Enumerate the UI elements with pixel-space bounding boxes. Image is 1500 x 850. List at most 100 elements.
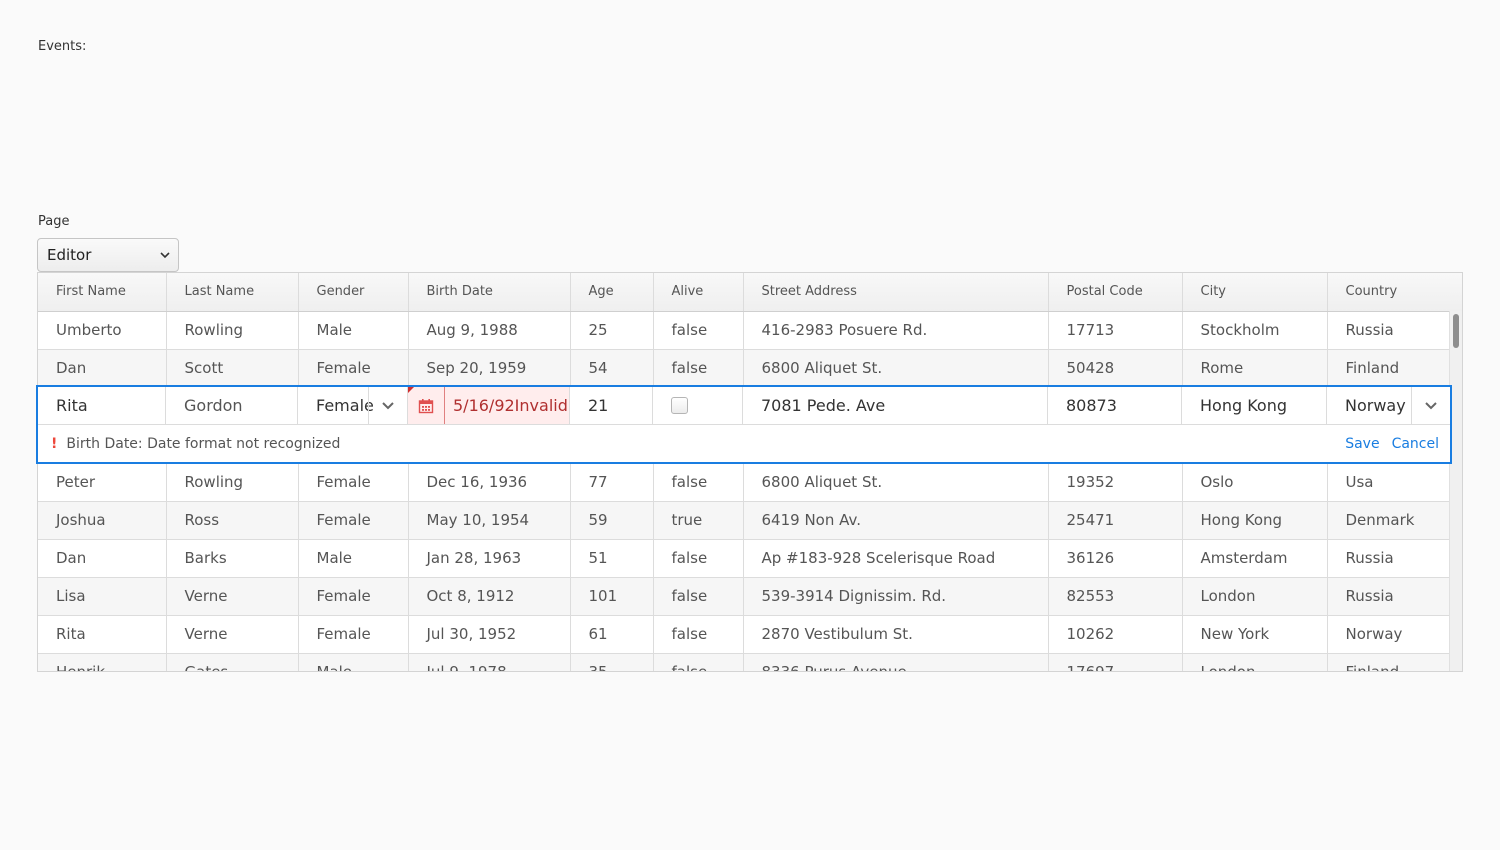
table-cell: Scott bbox=[166, 349, 299, 388]
table-cell: 35 bbox=[570, 653, 654, 671]
table-cell: Rowling bbox=[166, 311, 299, 350]
table-cell: 10262 bbox=[1048, 615, 1183, 654]
table-row[interactable]: Joshua Ross Female May 10, 1954 59 true 6419 N… bbox=[38, 501, 1452, 540]
table-cell: 6800 Aliquet St. bbox=[743, 349, 1049, 388]
table-cell: Finland bbox=[1327, 349, 1452, 388]
table-row[interactable]: Dan Barks Male Jan 28, 1963 51 false Ap #183-9… bbox=[38, 539, 1452, 578]
table-cell: true bbox=[653, 501, 744, 540]
table-cell: Russia bbox=[1327, 539, 1452, 578]
table-cell: Jul 9, 1978 bbox=[408, 653, 571, 671]
table-cell: Rita bbox=[38, 615, 167, 654]
table-cell: false bbox=[653, 539, 744, 578]
table-cell: false bbox=[653, 577, 744, 616]
save-button[interactable]: Save bbox=[1345, 436, 1379, 452]
table-cell: Sep 20, 1959 bbox=[408, 349, 571, 388]
table-cell: Norway bbox=[1327, 615, 1452, 654]
table-cell: Ross bbox=[166, 501, 299, 540]
country-value: Norway bbox=[1345, 396, 1406, 415]
table-cell: Amsterdam bbox=[1182, 539, 1328, 578]
table-row[interactable]: Lisa Verne Female Oct 8, 1912 101 false 539-39… bbox=[38, 577, 1452, 616]
table-cell: false bbox=[653, 311, 744, 350]
column-header[interactable]: Gender bbox=[298, 273, 409, 312]
column-header[interactable]: Alive bbox=[653, 273, 744, 312]
table-cell: 36126 bbox=[1048, 539, 1183, 578]
cancel-button[interactable]: Cancel bbox=[1392, 436, 1439, 452]
table-row[interactable]: Umberto Rowling Male Aug 9, 1988 25 false 416-… bbox=[38, 311, 1452, 350]
table-cell: 82553 bbox=[1048, 577, 1183, 616]
column-header[interactable]: Birth Date bbox=[408, 273, 571, 312]
last-name-field[interactable]: Gordon bbox=[166, 387, 298, 425]
table-cell: 61 bbox=[570, 615, 654, 654]
table-cell: Jul 30, 1952 bbox=[408, 615, 571, 654]
grid-scrollbar[interactable] bbox=[1449, 311, 1462, 671]
table-cell: Russia bbox=[1327, 577, 1452, 616]
table-cell: Russia bbox=[1327, 311, 1452, 350]
page-select[interactable]: Editor bbox=[37, 238, 179, 272]
table-cell: New York bbox=[1182, 615, 1328, 654]
gender-combobox[interactable]: Female bbox=[298, 387, 408, 425]
column-header[interactable]: Last Name bbox=[166, 273, 299, 312]
table-cell: false bbox=[653, 349, 744, 388]
table-cell: Aug 9, 1988 bbox=[408, 311, 571, 350]
table-row[interactable]: Dan Scott Female Sep 20, 1959 54 false 6800 Al… bbox=[38, 349, 1452, 388]
table-cell: Hong Kong bbox=[1182, 501, 1328, 540]
birth-date-value: 5/16/92Invalid bbox=[453, 396, 568, 415]
table-cell: Female bbox=[298, 577, 409, 616]
table-cell: Jan 28, 1963 bbox=[408, 539, 571, 578]
birth-date-field[interactable]: 5/16/92Invalid bbox=[408, 387, 570, 425]
table-row[interactable]: Henrik Gates Male Jul 9, 1978 35 false 8336 Pu… bbox=[38, 653, 1452, 671]
table-cell: 51 bbox=[570, 539, 654, 578]
scrollbar-thumb[interactable] bbox=[1453, 314, 1459, 348]
table-cell: Male bbox=[298, 653, 409, 671]
table-cell: 17713 bbox=[1048, 311, 1183, 350]
table-cell: 50428 bbox=[1048, 349, 1183, 388]
country-combobox[interactable]: Norway bbox=[1327, 387, 1450, 425]
table-cell: Gates bbox=[166, 653, 299, 671]
table-cell: Dan bbox=[38, 349, 167, 388]
city-field[interactable]: Hong Kong bbox=[1182, 387, 1327, 425]
table-cell: 59 bbox=[570, 501, 654, 540]
table-cell: Usa bbox=[1327, 463, 1452, 502]
table-cell: 25471 bbox=[1048, 501, 1183, 540]
column-header[interactable]: First Name bbox=[38, 273, 167, 312]
column-header[interactable]: Age bbox=[570, 273, 654, 312]
table-row[interactable]: Peter Rowling Female Dec 16, 1936 77 false 680… bbox=[38, 463, 1452, 502]
column-header[interactable]: City bbox=[1182, 273, 1328, 312]
table-cell: Lisa bbox=[38, 577, 167, 616]
table-cell: 77 bbox=[570, 463, 654, 502]
street-address-field[interactable]: 7081 Pede. Ave bbox=[743, 387, 1048, 425]
chevron-down-icon[interactable] bbox=[1411, 387, 1450, 424]
table-cell: 2870 Vestibulum St. bbox=[743, 615, 1049, 654]
table-cell: false bbox=[653, 653, 744, 671]
table-cell: 17697 bbox=[1048, 653, 1183, 671]
table-cell: 54 bbox=[570, 349, 654, 388]
alive-checkbox-cell bbox=[653, 387, 743, 425]
table-cell: Rowling bbox=[166, 463, 299, 502]
column-header[interactable]: Country bbox=[1327, 273, 1452, 312]
table-cell: London bbox=[1182, 577, 1328, 616]
table-cell: Male bbox=[298, 539, 409, 578]
column-header[interactable]: Street Address bbox=[743, 273, 1049, 312]
table-cell: Henrik bbox=[38, 653, 167, 671]
table-cell: Barks bbox=[166, 539, 299, 578]
error-indicator bbox=[408, 387, 414, 393]
page-label: Page bbox=[38, 214, 70, 229]
table-cell: Rome bbox=[1182, 349, 1328, 388]
age-field[interactable]: 21 bbox=[570, 387, 653, 425]
row-editor: Rita Gordon Female 5/16/92Invalid 21 708… bbox=[36, 385, 1452, 464]
table-cell: Verne bbox=[166, 615, 299, 654]
error-icon: ! bbox=[51, 435, 58, 452]
postal-code-field[interactable]: 80873 bbox=[1048, 387, 1182, 425]
table-cell: Finland bbox=[1327, 653, 1452, 671]
table-row[interactable]: Rita Verne Female Jul 30, 1952 61 false 2870 V… bbox=[38, 615, 1452, 654]
table-cell: Dec 16, 1936 bbox=[408, 463, 571, 502]
chevron-down-icon[interactable] bbox=[368, 387, 407, 424]
column-header[interactable]: Postal Code bbox=[1048, 273, 1183, 312]
table-cell: 101 bbox=[570, 577, 654, 616]
table-cell: Female bbox=[298, 349, 409, 388]
alive-checkbox[interactable] bbox=[671, 397, 688, 414]
first-name-field[interactable]: Rita bbox=[38, 387, 166, 425]
table-cell: 25 bbox=[570, 311, 654, 350]
table-cell: Male bbox=[298, 311, 409, 350]
table-cell: 416-2983 Posuere Rd. bbox=[743, 311, 1049, 350]
